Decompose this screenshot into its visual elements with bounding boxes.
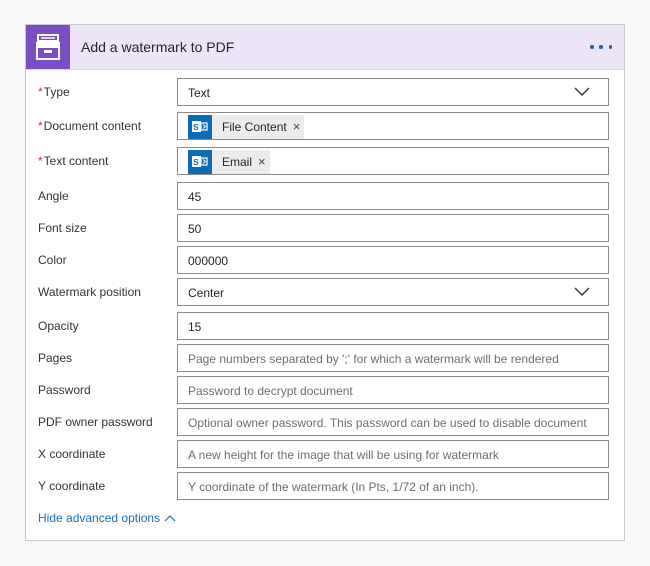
type-label-text: Type: [43, 85, 70, 99]
document-content-row: *Document content S File Content ×: [26, 112, 624, 140]
document-content-label-text: Document content: [43, 119, 142, 133]
y-coordinate-label: Y coordinate: [38, 479, 106, 493]
chevron-up-icon: [164, 515, 176, 522]
y-coordinate-placeholder: Y coordinate of the watermark (In Pts, 1…: [188, 480, 479, 494]
action-card: Add a watermark to PDF *Type Text *Docum…: [25, 24, 625, 541]
text-content-row: *Text content S Email ×: [26, 147, 624, 175]
required-asterisk: *: [38, 85, 43, 99]
opacity-label: Opacity: [38, 319, 79, 333]
required-asterisk: *: [38, 154, 43, 168]
pages-row: Pages Page numbers separated by ';' for …: [26, 344, 624, 372]
pages-placeholder: Page numbers separated by ';' for which …: [188, 352, 559, 366]
hide-advanced-options-link[interactable]: Hide advanced options: [38, 511, 176, 525]
pages-input[interactable]: Page numbers separated by ';' for which …: [177, 344, 609, 372]
watermark-position-row: Watermark position Center: [26, 278, 624, 306]
opacity-row: Opacity 15: [26, 312, 624, 340]
password-input[interactable]: Password to decrypt document: [177, 376, 609, 404]
text-content-label-text: Text content: [43, 154, 109, 168]
x-coordinate-input[interactable]: A new height for the image that will be …: [177, 440, 609, 468]
text-content-field[interactable]: S Email ×: [177, 147, 609, 175]
color-input[interactable]: 000000: [177, 246, 609, 274]
font-size-label: Font size: [38, 221, 87, 235]
password-label: Password: [38, 383, 91, 397]
opacity-input[interactable]: 15: [177, 312, 609, 340]
password-row: Password Password to decrypt document: [26, 376, 624, 404]
pdf-owner-password-label: PDF owner password: [38, 415, 153, 429]
y-coordinate-input[interactable]: Y coordinate of the watermark (In Pts, 1…: [177, 472, 609, 500]
angle-label: Angle: [38, 189, 69, 203]
card-header[interactable]: Add a watermark to PDF: [26, 25, 624, 70]
pdf-owner-password-placeholder: Optional owner password. This password c…: [188, 416, 587, 430]
document-content-label: *Document content: [38, 119, 141, 133]
required-asterisk: *: [38, 119, 43, 133]
text-content-label: *Text content: [38, 154, 108, 168]
remove-token-icon[interactable]: ×: [293, 120, 301, 133]
color-value: 000000: [188, 254, 229, 268]
x-coordinate-row: X coordinate A new height for the image …: [26, 440, 624, 468]
color-row: Color 000000: [26, 246, 624, 274]
remove-token-icon[interactable]: ×: [258, 155, 266, 168]
hide-advanced-options-label: Hide advanced options: [38, 511, 161, 525]
type-label: *Type: [38, 85, 70, 99]
watermark-position-value: Center: [188, 286, 225, 300]
document-content-field[interactable]: S File Content ×: [177, 112, 609, 140]
svg-text:S: S: [193, 158, 199, 167]
type-value: Text: [188, 86, 211, 100]
ellipsis-icon[interactable]: [590, 37, 612, 57]
color-label: Color: [38, 253, 67, 267]
angle-input[interactable]: 45: [177, 182, 609, 210]
font-size-input[interactable]: 50: [177, 214, 609, 242]
archive-box-icon: [26, 25, 70, 69]
dot: [599, 45, 603, 49]
token-label: Email: [222, 155, 253, 169]
angle-value: 45: [188, 190, 202, 204]
dot: [590, 45, 594, 49]
font-size-row: Font size 50: [26, 214, 624, 242]
type-row: *Type Text: [26, 78, 624, 106]
pages-label: Pages: [38, 351, 73, 365]
watermark-position-label: Watermark position: [38, 285, 141, 299]
opacity-value: 15: [188, 320, 202, 334]
x-coordinate-label: X coordinate: [38, 447, 106, 461]
watermark-position-dropdown[interactable]: Center: [177, 278, 609, 306]
dot: [608, 45, 612, 49]
angle-row: Angle 45: [26, 182, 624, 210]
dynamic-content-token[interactable]: S File Content ×: [188, 115, 305, 139]
pdf-owner-password-row: PDF owner password Optional owner passwo…: [26, 408, 624, 436]
type-dropdown[interactable]: Text: [177, 78, 609, 106]
password-placeholder: Password to decrypt document: [188, 384, 353, 398]
chevron-down-icon: [574, 287, 590, 296]
token-label: File Content: [222, 120, 287, 134]
x-coordinate-placeholder: A new height for the image that will be …: [188, 448, 499, 462]
font-size-value: 50: [188, 222, 202, 236]
y-coordinate-row: Y coordinate Y coordinate of the waterma…: [26, 472, 624, 500]
dynamic-content-token[interactable]: S Email ×: [188, 150, 270, 174]
chevron-down-icon: [574, 87, 590, 96]
pdf-owner-password-input[interactable]: Optional owner password. This password c…: [177, 408, 609, 436]
card-title: Add a watermark to PDF: [81, 39, 235, 55]
sharepoint-file-icon: S: [188, 115, 212, 139]
svg-text:S: S: [193, 123, 199, 132]
sharepoint-file-icon: S: [188, 150, 212, 174]
